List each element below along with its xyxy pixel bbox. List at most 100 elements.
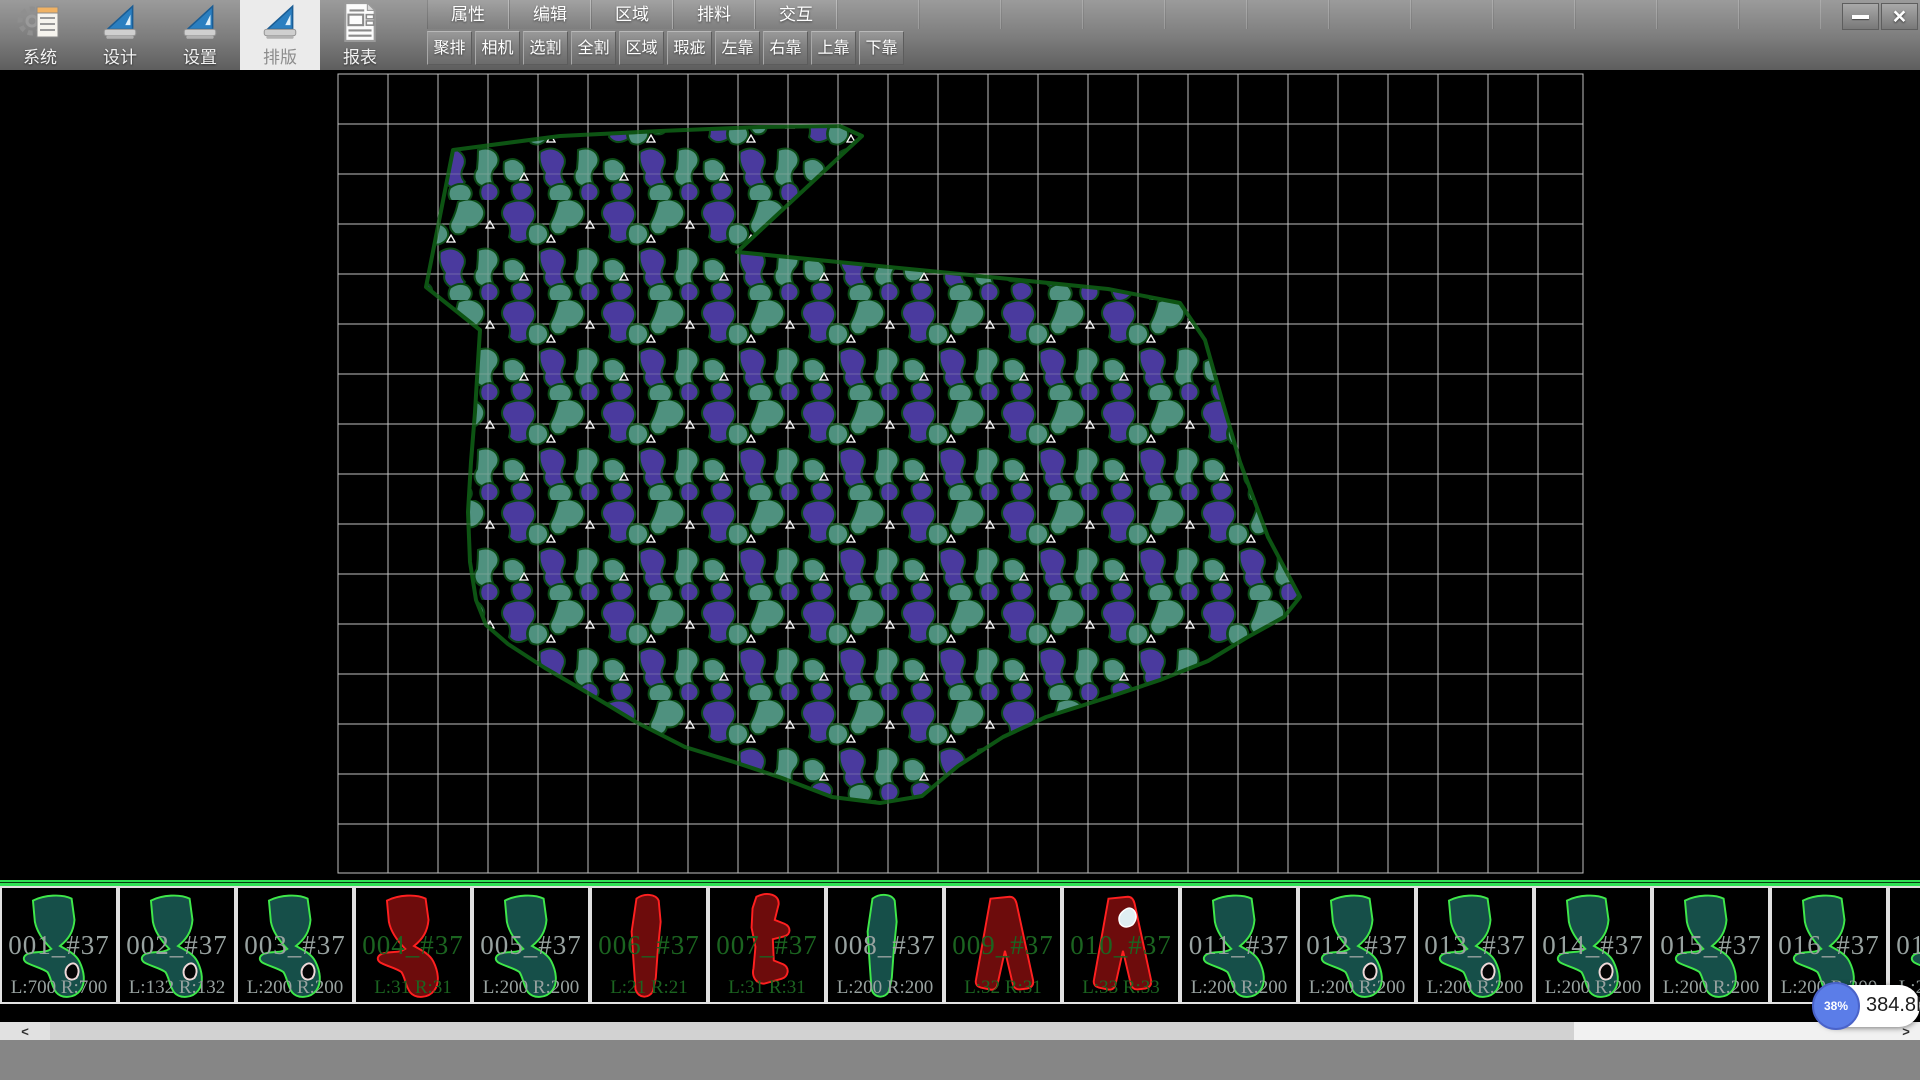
menu-tab-empty bbox=[1575, 0, 1657, 29]
main-button-label: 设计 bbox=[103, 43, 137, 68]
menu-tab-1[interactable]: 属性 bbox=[427, 0, 509, 29]
piece-label: 006_#37 bbox=[592, 930, 706, 961]
piece-thumbnail-15[interactable]: 015_#37 L:200 R:200 bbox=[1652, 886, 1770, 1004]
piece-lr-label: L:200 R:200 bbox=[238, 977, 352, 999]
menu-tab-empty bbox=[1001, 0, 1083, 29]
main-button-label: 设置 bbox=[183, 43, 217, 68]
tool-button-5[interactable]: 区域 bbox=[619, 31, 664, 65]
tool-button-8[interactable]: 右靠 bbox=[763, 31, 808, 65]
piece-lr-label: L:21 R:21 bbox=[592, 977, 706, 999]
status-bar bbox=[0, 1040, 1920, 1080]
piece-label: 004_#37 bbox=[356, 930, 470, 961]
nesting-icon bbox=[259, 0, 301, 43]
piece-label: 017_#37 bbox=[1890, 930, 1920, 961]
main-button-1[interactable]: 系统 bbox=[0, 0, 80, 70]
tool-button-4[interactable]: 全割 bbox=[571, 31, 616, 65]
piece-label: 011_#37 bbox=[1182, 930, 1296, 961]
piece-lr-label: L:200 R:200 bbox=[1300, 977, 1414, 999]
tool-button-2[interactable]: 相机 bbox=[475, 31, 520, 65]
piece-label: 015_#37 bbox=[1654, 930, 1768, 961]
piece-thumbnail-5[interactable]: 005_#37 L:200 R:200 bbox=[472, 886, 590, 1004]
main-button-3[interactable]: 设置 bbox=[160, 0, 240, 70]
piece-label: 013_#37 bbox=[1418, 930, 1532, 961]
scroll-left-button[interactable]: < bbox=[0, 1022, 50, 1040]
piece-label: 009_#37 bbox=[946, 930, 1060, 961]
memory-progress-widget: 38% 384.8M bbox=[1815, 985, 1920, 1027]
piece-thumbnail-9[interactable]: 009_#37 L:32 R:31 bbox=[944, 886, 1062, 1004]
piece-label: 014_#37 bbox=[1536, 930, 1650, 961]
piece-label: 005_#37 bbox=[474, 930, 588, 961]
scrollbar-thumb[interactable] bbox=[50, 1022, 1574, 1040]
settings-icon bbox=[179, 0, 221, 43]
menu-tab-2[interactable]: 编辑 bbox=[509, 0, 591, 29]
piece-lr-label: L:200 R:200 bbox=[474, 977, 588, 999]
piece-lr-label: L:200 R:200 bbox=[1536, 977, 1650, 999]
horizontal-scrollbar[interactable]: < > bbox=[0, 1022, 1920, 1040]
piece-lr-label: L:200 R:200 bbox=[1654, 977, 1768, 999]
piece-label: 012_#37 bbox=[1300, 930, 1414, 961]
main-button-bar: 系统 设计 设置 排版 报表 bbox=[0, 0, 400, 70]
report-icon bbox=[341, 0, 379, 43]
tool-button-3[interactable]: 选割 bbox=[523, 31, 568, 65]
piece-thumbnail-13[interactable]: 013_#37 L:200 R:200 bbox=[1416, 886, 1534, 1004]
piece-thumbnail-4[interactable]: 004_#37 L:31 R:31 bbox=[354, 886, 472, 1004]
close-button[interactable]: × bbox=[1881, 3, 1918, 30]
piece-lr-label: L:132 R:132 bbox=[120, 977, 234, 999]
menu-tab-5[interactable]: 交互 bbox=[755, 0, 837, 29]
leather-hide[interactable] bbox=[426, 126, 1300, 803]
piece-label: 003_#37 bbox=[238, 930, 352, 961]
piece-lr-label: L:200 R:200 bbox=[1182, 977, 1296, 999]
main-button-2[interactable]: 设计 bbox=[80, 0, 160, 70]
minimize-icon bbox=[1852, 15, 1869, 19]
piece-label: 002_#37 bbox=[120, 930, 234, 961]
piece-thumbnail-6[interactable]: 006_#37 L:21 R:21 bbox=[590, 886, 708, 1004]
main-button-4[interactable]: 排版 bbox=[240, 0, 320, 70]
piece-label: 001_#37 bbox=[2, 930, 116, 961]
tool-button-bar: 聚排相机选割全割区域瑕疵左靠右靠上靠下靠 bbox=[427, 31, 904, 65]
main-button-label: 排版 bbox=[263, 43, 297, 68]
piece-lr-label: L:700 R:700 bbox=[2, 977, 116, 999]
menu-tab-empty bbox=[1657, 0, 1739, 29]
menu-tab-4[interactable]: 排料 bbox=[673, 0, 755, 29]
piece-thumbnail-8[interactable]: 008_#37L:200 R:200 bbox=[826, 886, 944, 1004]
main-button-label: 报表 bbox=[343, 43, 377, 68]
piece-label: 010_#37 bbox=[1064, 930, 1178, 961]
design-icon bbox=[99, 0, 141, 43]
tool-button-6[interactable]: 瑕疵 bbox=[667, 31, 712, 65]
piece-lr-label: L:31 R:31 bbox=[710, 977, 824, 999]
piece-thumbnail-3[interactable]: 003_#37 L:200 R:200 bbox=[236, 886, 354, 1004]
tool-button-7[interactable]: 左靠 bbox=[715, 31, 760, 65]
menu-tab-empty bbox=[837, 0, 919, 29]
menu-tab-empty bbox=[1165, 0, 1247, 29]
thumbnail-band: 001_#37 L:700 R:700002_#37 L:132 R:132003_… bbox=[0, 886, 1920, 1022]
piece-label: 007_#37 bbox=[710, 930, 824, 961]
piece-thumbnail-14[interactable]: 014_#37 L:200 R:200 bbox=[1534, 886, 1652, 1004]
tool-button-1[interactable]: 聚排 bbox=[427, 31, 472, 65]
main-button-label: 系统 bbox=[23, 43, 57, 68]
piece-thumbnail-2[interactable]: 002_#37 L:132 R:132 bbox=[118, 886, 236, 1004]
tool-button-9[interactable]: 上靠 bbox=[811, 31, 856, 65]
piece-label: 016_#37 bbox=[1772, 930, 1886, 961]
piece-thumbnail-7[interactable]: 007_#37 L:31 R:31 bbox=[708, 886, 826, 1004]
menu-tab-3[interactable]: 区域 bbox=[591, 0, 673, 29]
menu-tab-empty bbox=[919, 0, 1001, 29]
piece-lr-label: L:33 R:33 bbox=[1064, 977, 1178, 999]
piece-thumbnail-1[interactable]: 001_#37 L:700 R:700 bbox=[0, 886, 118, 1004]
nesting-canvas[interactable] bbox=[0, 70, 1920, 882]
piece-lr-label: L:31 R:31 bbox=[356, 977, 470, 999]
piece-thumbnail-10[interactable]: 010_#37 L:33 R:33 bbox=[1062, 886, 1180, 1004]
piece-thumbnail-12[interactable]: 012_#37 L:200 R:200 bbox=[1298, 886, 1416, 1004]
main-button-5[interactable]: 报表 bbox=[320, 0, 400, 70]
piece-lr-label: L:32 R:31 bbox=[946, 977, 1060, 999]
minimize-button[interactable] bbox=[1842, 3, 1879, 30]
tool-button-10[interactable]: 下靠 bbox=[859, 31, 904, 65]
menu-tab-bar: 属性编辑区域排料交互 bbox=[427, 0, 1821, 29]
toolbar: 系统 设计 设置 排版 报表 属性编辑区域排料交互 聚排相机选割全割区域瑕疵左靠右靠上靠… bbox=[0, 0, 1920, 70]
menu-tab-empty bbox=[1739, 0, 1821, 29]
piece-thumbnail-11[interactable]: 011_#37 L:200 R:200 bbox=[1180, 886, 1298, 1004]
piece-label: 008_#37 bbox=[828, 930, 942, 961]
menu-tab-empty bbox=[1493, 0, 1575, 29]
progress-badge: 38% bbox=[1812, 982, 1860, 1030]
close-icon: × bbox=[1893, 3, 1906, 30]
piece-lr-label: L:200 R:200 bbox=[1418, 977, 1532, 999]
